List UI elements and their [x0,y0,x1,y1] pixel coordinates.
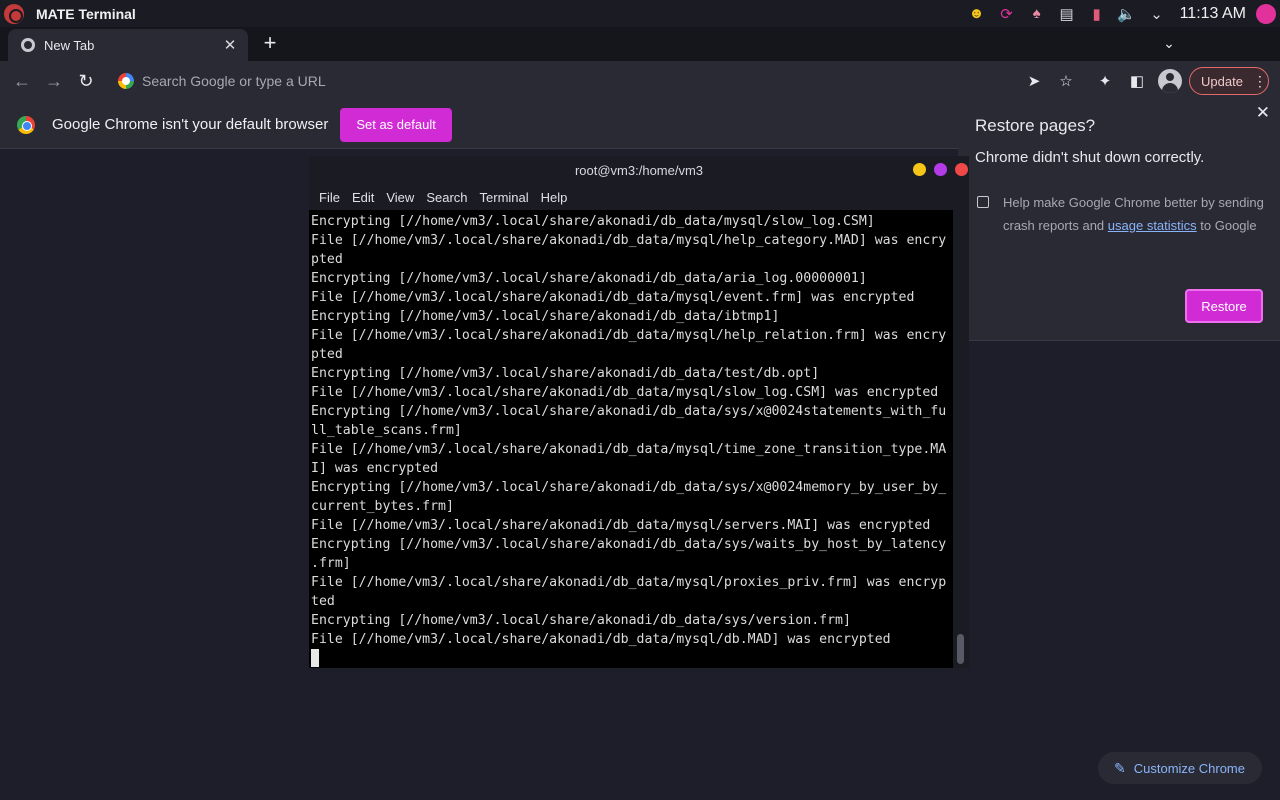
restore-pages-bubble: ✕ Restore pages? Chrome didn't shut down… [958,101,1280,341]
terminal-titlebar[interactable]: root@vm3:/home/vm3 [309,156,969,184]
terminal-cursor-line [311,649,953,668]
chrome-favicon-icon [21,38,35,52]
menu-dots-icon: ⋮ [1252,72,1267,89]
volume-icon[interactable]: 🔈 [1116,3,1138,25]
terminal-line: pted [311,347,343,362]
terminal-scrollbar[interactable] [957,634,964,664]
terminal-line: File [//home/vm3/.local/share/akonadi/db… [311,385,939,400]
terminal-line: Encrypting [//home/vm3/.local/share/akon… [311,309,780,324]
terminal-line: File [//home/vm3/.local/share/akonadi/db… [311,442,947,457]
bookmark-star-icon[interactable]: ☆ [1055,70,1077,92]
update-button[interactable]: Update ⋮ [1189,67,1269,95]
tab-strip: New Tab ✕ + ⌄ [0,27,1280,61]
tab-new-tab[interactable]: New Tab ✕ [8,29,248,61]
infobar-message: Google Chrome isn't your default browser [52,116,329,133]
restore-subtitle: Chrome didn't shut down correctly. [975,149,1205,166]
terminal-line: Encrypting [//home/vm3/.local/share/akon… [311,537,947,552]
mic-icon[interactable]: ▮ [1086,3,1108,25]
profile-avatar[interactable] [1158,69,1182,93]
google-icon [118,73,134,89]
omnibox-placeholder: Search Google or type a URL [142,73,326,89]
menu-file[interactable]: File [319,190,340,205]
terminal-window: root@vm3:/home/vm3 File Edit View Search… [309,156,969,668]
terminal-line: Encrypting [//home/vm3/.local/share/akon… [311,613,851,628]
menu-help[interactable]: Help [541,190,568,205]
chevron-down-icon[interactable]: ⌄ [1146,3,1168,25]
terminal-cursor [311,649,319,667]
terminal-title: root@vm3:/home/vm3 [574,162,704,178]
usage-statistics-link[interactable]: usage statistics [1108,218,1197,233]
customize-chrome-label: Customize Chrome [1133,760,1245,776]
close-window-button[interactable] [955,163,968,176]
terminal-line: File [//home/vm3/.local/share/akonadi/db… [311,233,947,248]
minimize-button[interactable] [913,163,926,176]
default-browser-infobar: Google Chrome isn't your default browser… [0,101,958,149]
terminal-line: Encrypting [//home/vm3/.local/share/akon… [311,480,947,495]
terminal-line: current_bytes.frm] [311,499,454,514]
reload-button[interactable]: ↻ [74,69,98,93]
crash-report-label: Help make Google Chrome better by sendin… [1003,191,1265,237]
pencil-icon: ✎ [1114,759,1126,776]
close-tab-icon[interactable]: ✕ [220,35,240,55]
clock[interactable]: 11:13 AM [1180,5,1246,23]
active-app-title: MATE Terminal [36,5,136,22]
menu-view[interactable]: View [386,190,414,205]
terminal-line: ll_table_scans.frm] [311,423,462,438]
terminal-line: .frm] [311,556,351,571]
terminal-line: File [//home/vm3/.local/share/akonadi/db… [311,518,931,533]
omnibox[interactable]: Search Google or type a URL [110,66,1010,96]
system-panel: MATE Terminal ☻ ⟳ ♠ ▤ ▮ 🔈 ⌄ 11:13 AM [0,0,1280,27]
chrome-logo-icon [17,115,35,134]
terminal-menubar: File Edit View Search Terminal Help [309,186,569,208]
extensions-icon[interactable]: ✦ [1094,70,1116,92]
back-button[interactable]: ← [10,69,34,93]
close-icon[interactable]: ✕ [1256,103,1270,123]
clipboard-icon[interactable]: ▤ [1056,3,1078,25]
distro-logo-icon[interactable] [4,3,24,24]
tab-search-chevron-icon[interactable]: ⌄ [1158,32,1180,54]
menu-terminal[interactable]: Terminal [480,190,529,205]
terminal-line: File [//home/vm3/.local/share/akonadi/db… [311,328,947,343]
share-icon[interactable]: ➤ [1023,70,1045,92]
maximize-button[interactable] [934,163,947,176]
tab-title: New Tab [44,37,95,53]
menu-search[interactable]: Search [426,190,467,205]
update-label: Update [1201,73,1243,89]
crash-report-checkbox[interactable] [977,196,989,208]
terminal-line: File [//home/vm3/.local/share/akonadi/db… [311,290,915,305]
terminal-line: ted [311,594,335,609]
browser-toolbar: ← → ↻ Search Google or type a URL ➤ ☆ ✦ … [0,61,1280,101]
power-icon[interactable] [1256,3,1276,24]
set-as-default-button[interactable]: Set as default [340,107,452,142]
forward-button[interactable]: → [42,69,66,93]
terminal-line: File [//home/vm3/.local/share/akonadi/db… [311,575,947,590]
terminal-line: I] was encrypted [311,461,439,476]
side-panel-icon[interactable]: ◧ [1126,70,1148,92]
terminal-line: Encrypting [//home/vm3/.local/share/akon… [311,214,875,229]
person-icon[interactable]: ♠ [1026,3,1048,25]
terminal-line: Encrypting [//home/vm3/.local/share/akon… [311,271,867,286]
terminal-line: File [//home/vm3/.local/share/akonadi/db… [311,632,891,647]
customize-chrome-button[interactable]: ✎ Customize Chrome [1098,752,1262,784]
terminal-line: Encrypting [//home/vm3/.local/share/akon… [311,366,820,381]
sync-icon[interactable]: ⟳ [996,3,1018,25]
terminal-line: pted [311,252,343,267]
restore-title: Restore pages? [975,116,1096,135]
new-tab-button[interactable]: + [258,30,282,55]
menu-edit[interactable]: Edit [352,190,374,205]
restore-button[interactable]: Restore [1185,289,1263,323]
system-tray: ☻ ⟳ ♠ ▤ ▮ 🔈 ⌄ 11:13 AM [966,0,1280,27]
help-text-post: to Google [1196,218,1257,233]
terminal-line: Encrypting [//home/vm3/.local/share/akon… [311,404,947,419]
terminal-screen[interactable]: Encrypting [//home/vm3/.local/share/akon… [309,210,953,668]
user-icon[interactable]: ☻ [966,3,988,25]
